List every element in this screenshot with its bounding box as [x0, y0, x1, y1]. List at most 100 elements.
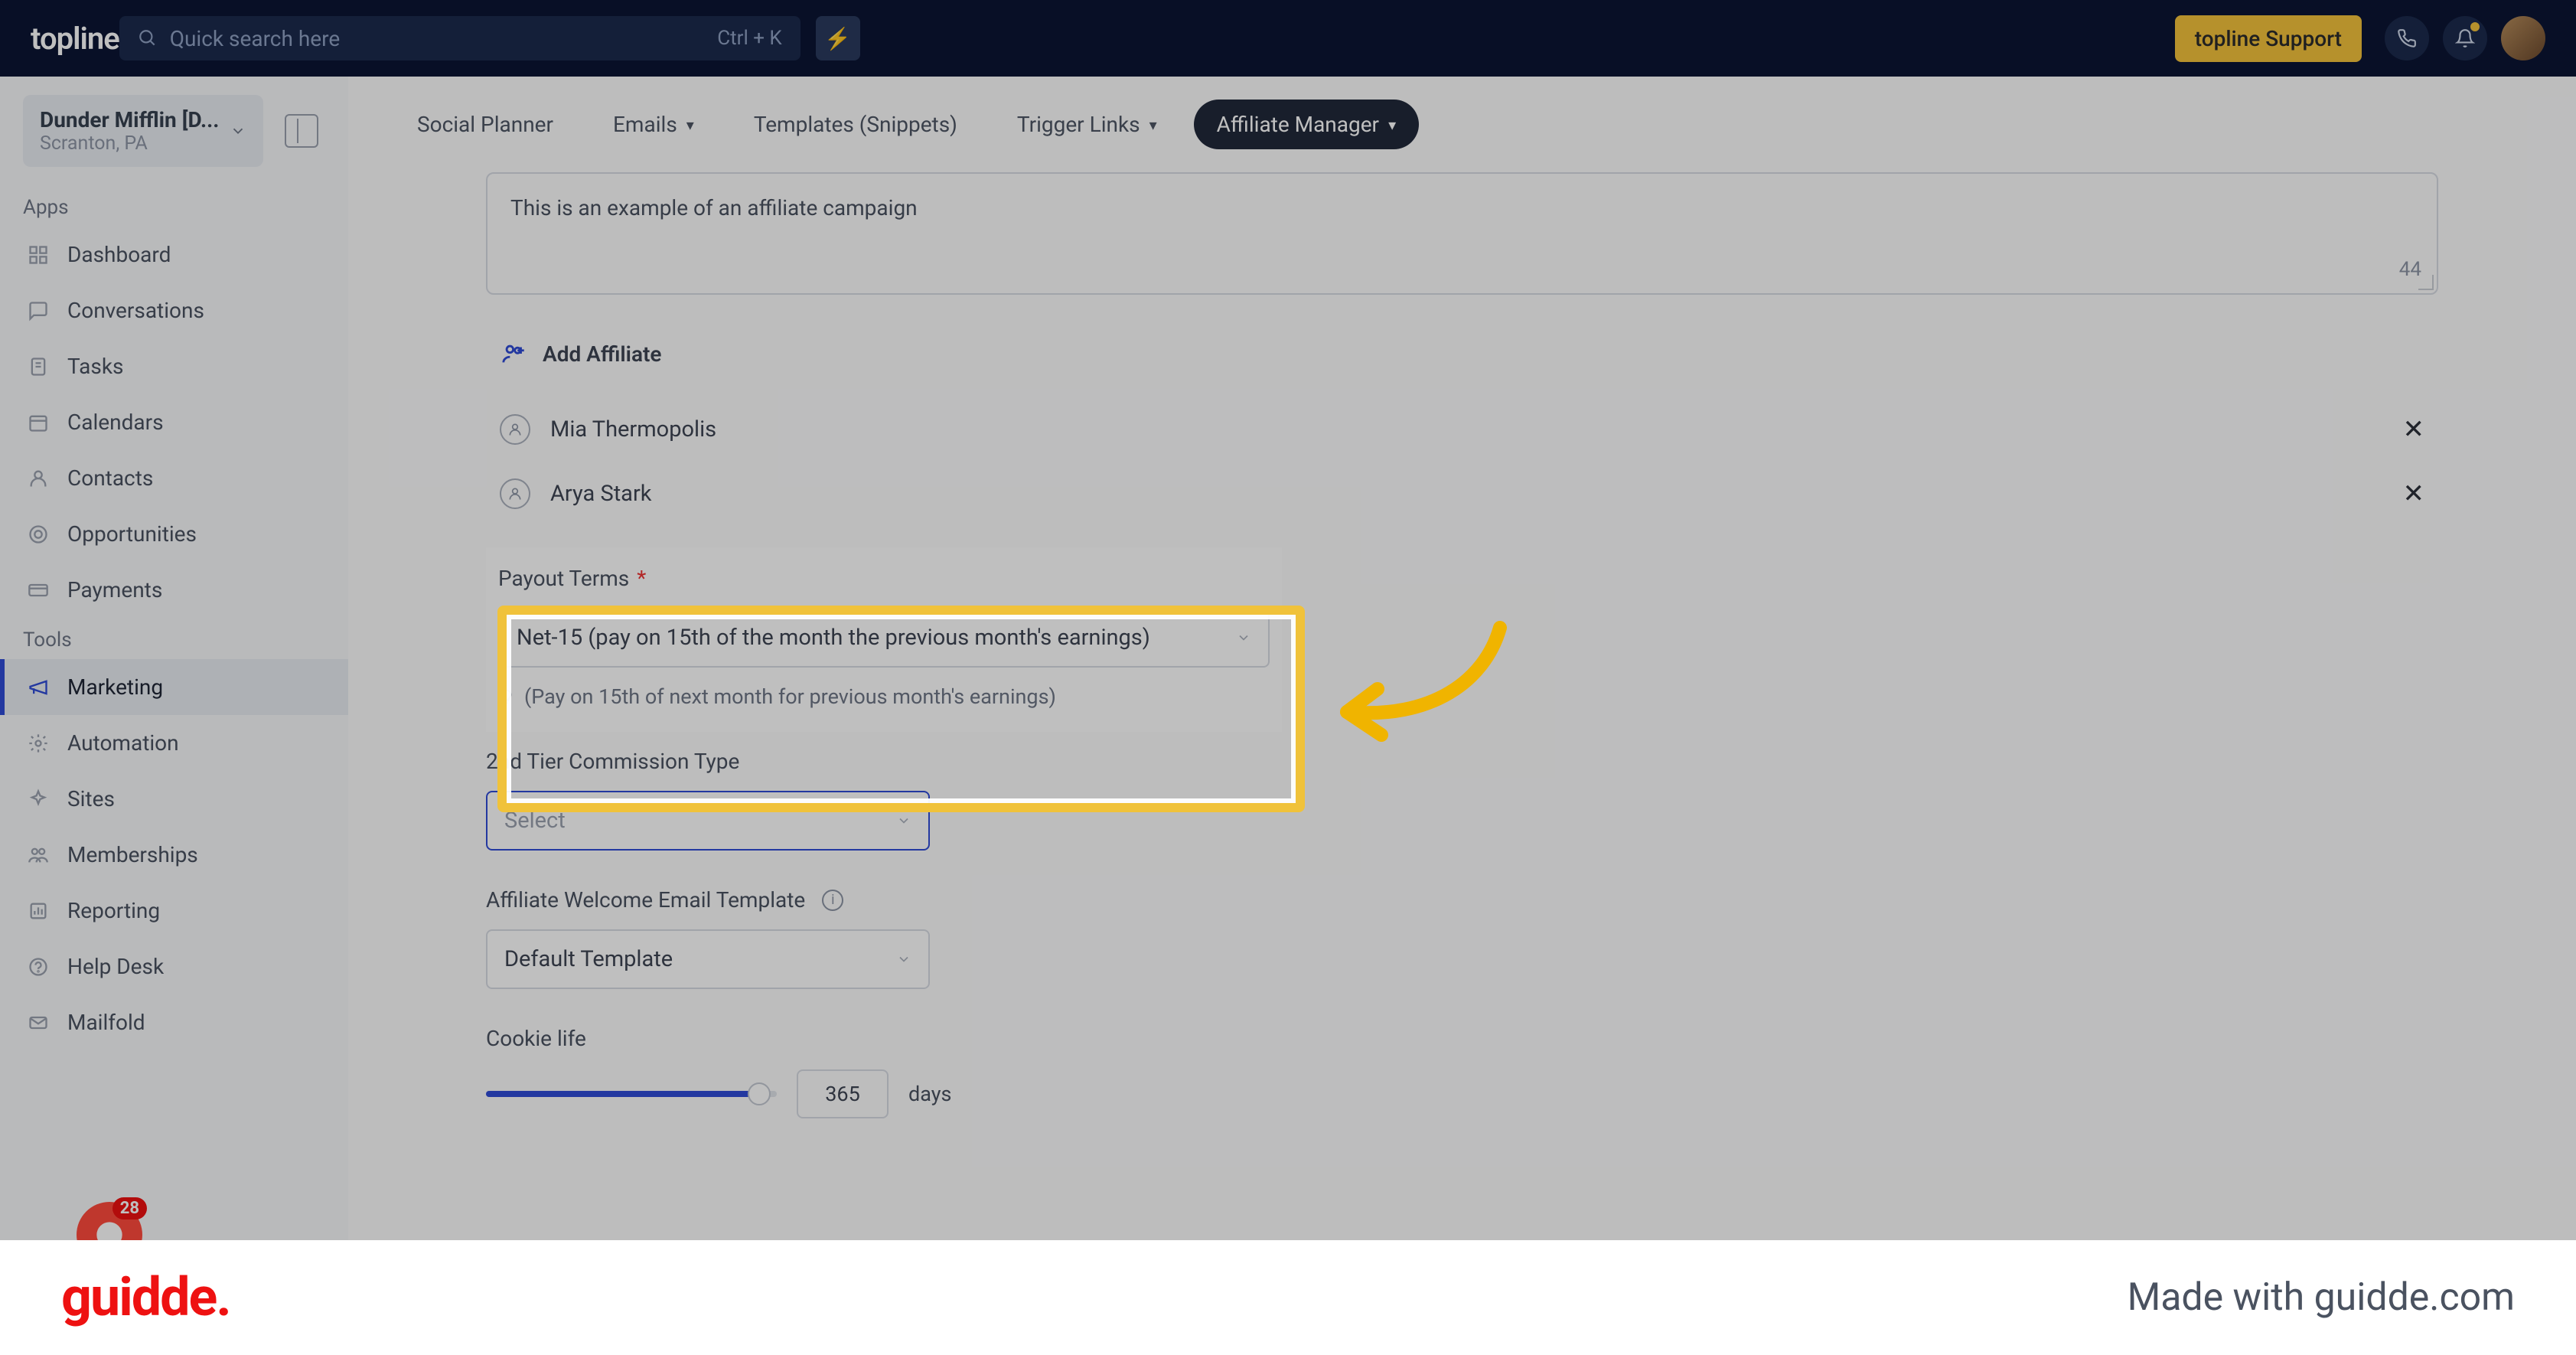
target-icon: [26, 522, 51, 547]
info-icon[interactable]: i: [822, 890, 843, 911]
bolt-icon: ⚡: [824, 26, 851, 51]
slider-thumb[interactable]: [748, 1082, 771, 1105]
tab-social-planner[interactable]: Social Planner: [394, 100, 576, 149]
sidebar-item-label: Contacts: [67, 465, 153, 491]
panel-toggle-icon[interactable]: [285, 114, 318, 148]
tasks-icon: [26, 354, 51, 379]
calendar-icon: [26, 410, 51, 435]
guidde-logo: guidde.: [61, 1266, 230, 1329]
payout-terms-section: Payout Terms * Net-15 (pay on 15th of th…: [486, 547, 1282, 732]
add-affiliate-button[interactable]: Add Affiliate: [486, 295, 2438, 397]
sidebar-item-sites[interactable]: Sites: [0, 771, 348, 827]
chevron-down-icon: ▾: [1149, 116, 1157, 134]
tab-affiliate-manager[interactable]: Affiliate Manager ▾: [1194, 100, 1419, 149]
description-value: This is an example of an affiliate campa…: [510, 195, 918, 220]
sidebar-item-mailfold[interactable]: Mailfold: [0, 994, 348, 1050]
sidebar-item-label: Payments: [67, 577, 162, 602]
cookie-life-slider[interactable]: [486, 1091, 777, 1097]
guidde-footer: guidde. Made with guidde.com: [0, 1240, 2576, 1355]
sidebar-item-label: Opportunities: [67, 521, 197, 547]
made-with-text: Made with guidde.com: [2128, 1275, 2515, 1320]
bell-icon: [2455, 28, 2475, 48]
cookie-days-unit: days: [908, 1082, 951, 1106]
hint-text: (Pay on 15th of next month for previous …: [524, 684, 1056, 709]
sidebar-item-label: Marketing: [67, 674, 163, 700]
payout-terms-select[interactable]: Net-15 (pay on 15th of the month the pre…: [498, 608, 1270, 668]
report-icon: [26, 899, 51, 923]
search-shortcut: Ctrl + K: [717, 27, 782, 50]
chevron-down-icon: ▾: [1388, 116, 1396, 134]
tab-emails[interactable]: Emails▾: [590, 100, 717, 149]
sidebar: Dunder Mifflin [D... Scranton, PA Apps D…: [0, 77, 348, 1240]
org-switcher[interactable]: Dunder Mifflin [D... Scranton, PA: [0, 77, 348, 185]
chevron-down-icon: [896, 952, 911, 967]
add-people-icon: [501, 341, 527, 367]
sidebar-item-label: Calendars: [67, 410, 164, 435]
help-icon: [26, 955, 51, 979]
sidebar-item-memberships[interactable]: Memberships: [0, 827, 348, 883]
sidebar-item-payments[interactable]: Payments: [0, 562, 348, 618]
payout-hint: (Pay on 15th of next month for previous …: [498, 684, 1270, 709]
sidebar-item-calendars[interactable]: Calendars: [0, 394, 348, 450]
sidebar-item-automation[interactable]: Automation: [0, 715, 348, 771]
annotation-arrow: [1316, 612, 1531, 766]
mail-icon: [26, 1011, 51, 1035]
sidebar-item-opportunities[interactable]: Opportunities: [0, 506, 348, 562]
tab-label: Social Planner: [417, 112, 553, 137]
notifications-button[interactable]: [2443, 16, 2487, 60]
remove-affiliate-button[interactable]: ✕: [2403, 478, 2425, 509]
badge-count: 28: [112, 1197, 147, 1220]
sidebar-item-dashboard[interactable]: Dashboard: [0, 227, 348, 282]
dashboard-icon: [26, 243, 51, 267]
sidebar-item-label: Memberships: [67, 842, 198, 867]
email-template-label: Affiliate Welcome Email Template i: [486, 887, 2438, 913]
cookie-life-label: Cookie life: [486, 1026, 2438, 1051]
label-text: 2nd Tier Commission Type: [486, 749, 739, 774]
cookie-days-input[interactable]: 365: [797, 1069, 889, 1118]
sidebar-item-label: Help Desk: [67, 954, 164, 979]
campaign-description-textarea[interactable]: This is an example of an affiliate campa…: [486, 172, 2438, 295]
required-asterisk: *: [637, 566, 646, 591]
phone-button[interactable]: [2385, 16, 2429, 60]
tier2-commission-select[interactable]: Select: [486, 791, 930, 851]
sidebar-item-label: Reporting: [67, 898, 160, 923]
tab-label: Emails: [613, 112, 677, 137]
remove-affiliate-button[interactable]: ✕: [2403, 414, 2425, 445]
chevron-down-icon: [230, 122, 246, 139]
sidebar-item-conversations[interactable]: Conversations: [0, 282, 348, 338]
select-value: Default Template: [504, 946, 673, 972]
sidebar-item-tasks[interactable]: Tasks: [0, 338, 348, 394]
affiliate-row: Arya Stark ✕: [486, 462, 2438, 526]
affiliate-row: Mia Thermopolis ✕: [486, 397, 2438, 462]
section-label-apps: Apps: [0, 185, 348, 227]
sidebar-item-marketing[interactable]: Marketing: [0, 659, 348, 715]
lightbulb-icon: [498, 688, 515, 705]
global-search[interactable]: Quick search here Ctrl + K: [119, 16, 801, 60]
payout-terms-label: Payout Terms *: [498, 566, 1270, 591]
chat-icon: [26, 299, 51, 323]
label-text: Payout Terms: [498, 566, 629, 591]
section-label-tools: Tools: [0, 618, 348, 659]
support-label: topline Support: [2195, 26, 2342, 51]
support-button[interactable]: topline Support: [2175, 15, 2362, 62]
tab-label: Affiliate Manager: [1217, 112, 1379, 137]
people-icon: [26, 843, 51, 867]
notification-dot: [2470, 22, 2480, 31]
person-icon: [500, 478, 530, 509]
user-avatar[interactable]: [2501, 16, 2545, 60]
resize-handle-icon[interactable]: [2418, 275, 2434, 290]
sidebar-item-reporting[interactable]: Reporting: [0, 883, 348, 939]
tab-templates[interactable]: Templates (Snippets): [731, 100, 980, 149]
sidebar-item-contacts[interactable]: Contacts: [0, 450, 348, 506]
sidebar-item-label: Tasks: [67, 354, 124, 379]
sidebar-item-help-desk[interactable]: Help Desk: [0, 939, 348, 994]
quick-actions-button[interactable]: ⚡: [816, 16, 860, 60]
affiliate-name: Mia Thermopolis: [550, 416, 716, 442]
tab-trigger-links[interactable]: Trigger Links▾: [994, 100, 1180, 149]
chevron-down-icon: [1236, 630, 1251, 645]
gear-icon: [26, 731, 51, 756]
email-template-select[interactable]: Default Template: [486, 929, 930, 989]
affiliate-name: Arya Stark: [550, 481, 651, 507]
sidebar-item-label: Dashboard: [67, 242, 171, 267]
contact-icon: [26, 466, 51, 491]
